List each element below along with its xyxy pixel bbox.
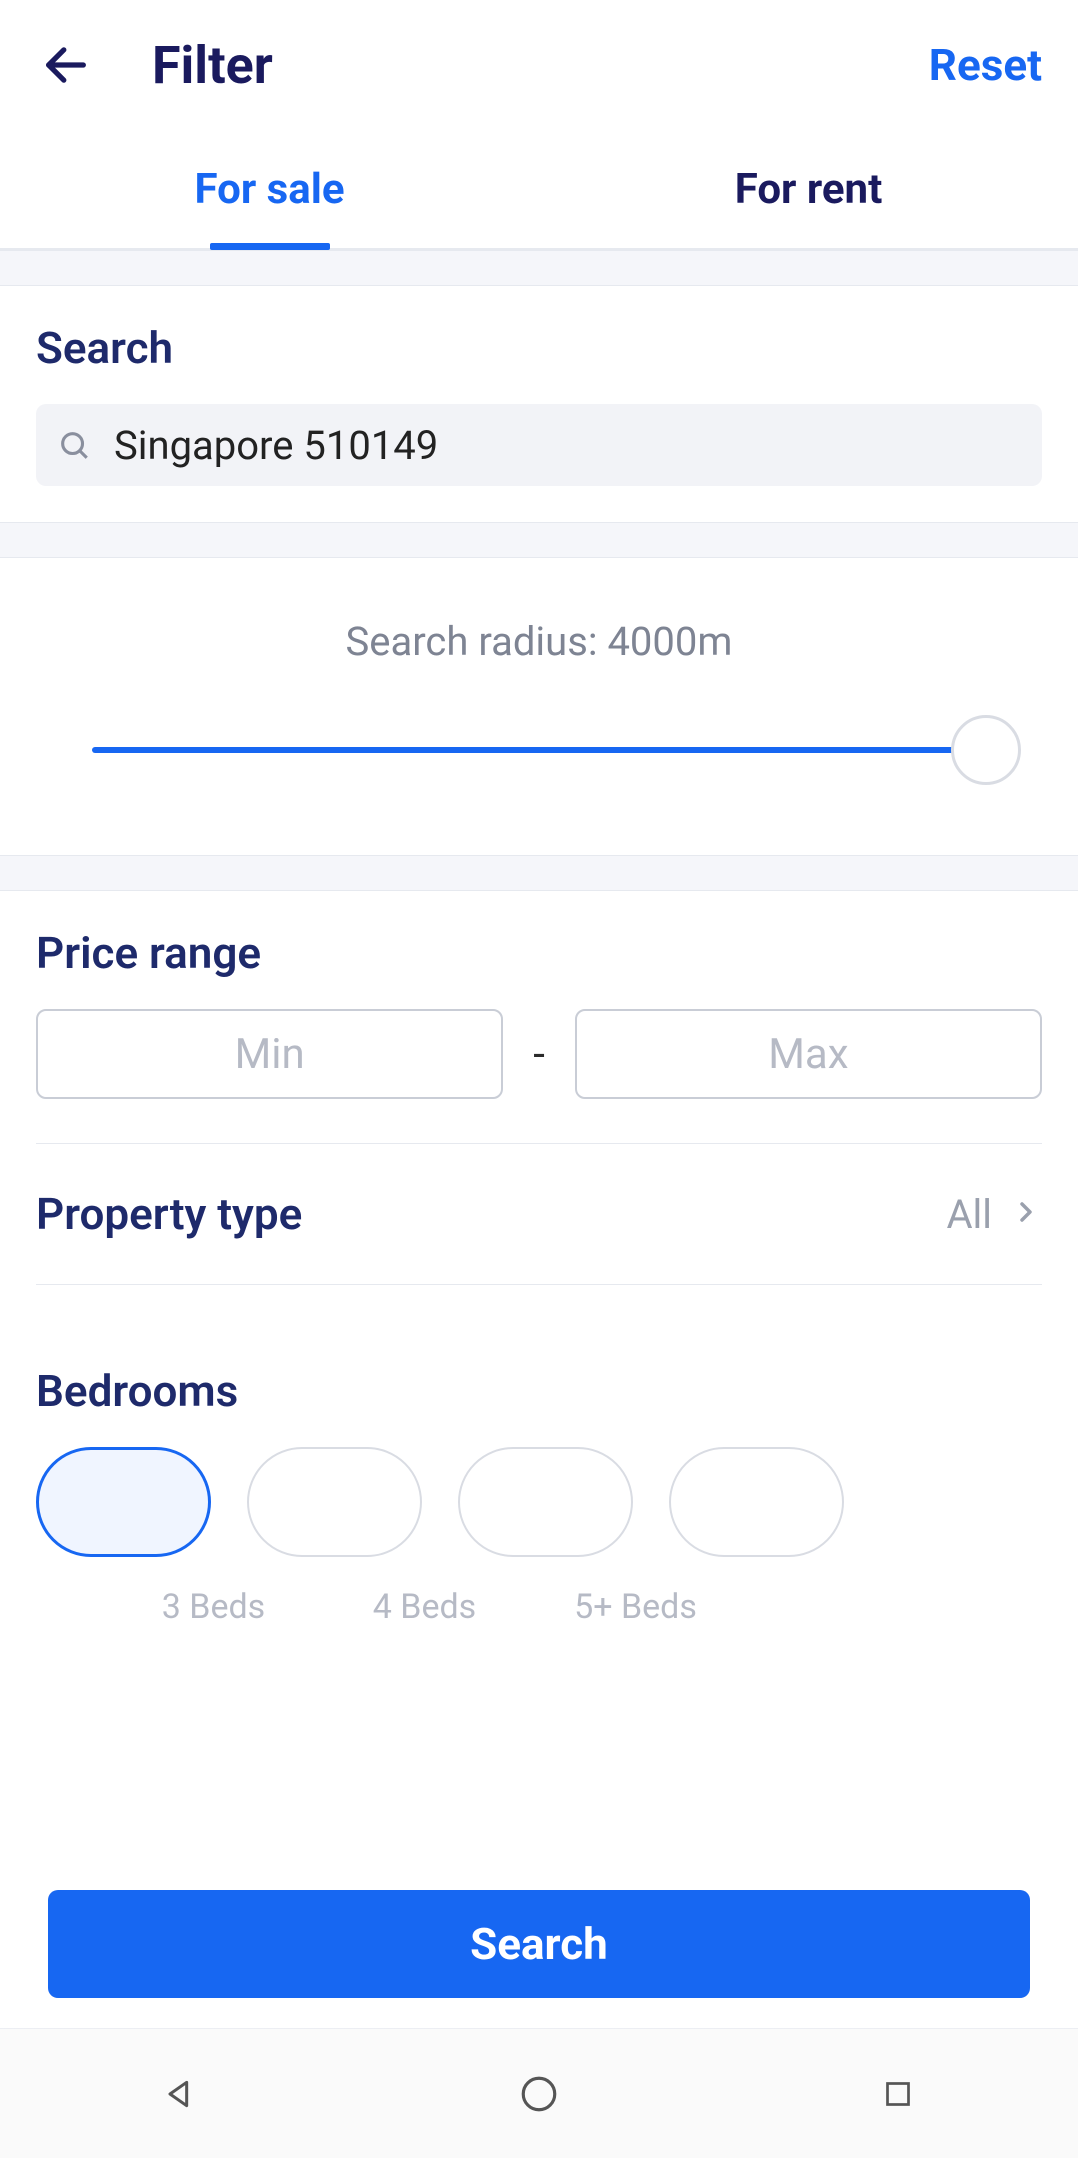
back-button[interactable] bbox=[36, 35, 96, 95]
radius-label: Search radius: 4000m bbox=[36, 618, 1042, 665]
square-recent-icon bbox=[880, 2076, 916, 2112]
arrow-left-icon bbox=[40, 39, 92, 91]
price-min-input[interactable]: Min bbox=[36, 1009, 503, 1099]
search-button[interactable]: Search bbox=[48, 1890, 1030, 1998]
search-icon bbox=[56, 427, 92, 463]
nav-home-button[interactable] bbox=[514, 2069, 564, 2119]
property-type-value: All bbox=[946, 1191, 992, 1238]
slider-track bbox=[92, 747, 986, 753]
property-type-row[interactable]: Property type All bbox=[36, 1188, 1042, 1240]
property-type-label: Property type bbox=[36, 1188, 302, 1240]
search-input[interactable]: Singapore 510149 bbox=[36, 404, 1042, 486]
reset-button[interactable]: Reset bbox=[929, 39, 1042, 91]
bedrooms-title: Bedrooms bbox=[36, 1365, 1042, 1417]
search-input-value: Singapore 510149 bbox=[114, 422, 438, 469]
slider-thumb[interactable] bbox=[951, 715, 1021, 785]
section-divider bbox=[0, 522, 1078, 558]
bedroom-label: 5+ Beds bbox=[548, 1587, 723, 1627]
search-section-title: Search bbox=[36, 322, 1042, 374]
bedroom-option[interactable] bbox=[669, 1447, 844, 1557]
page-title: Filter bbox=[152, 35, 273, 96]
bedroom-option-selected[interactable] bbox=[36, 1447, 211, 1557]
nav-back-button[interactable] bbox=[155, 2069, 205, 2119]
nav-recent-button[interactable] bbox=[873, 2069, 923, 2119]
tab-for-rent[interactable]: For rent bbox=[539, 130, 1078, 248]
section-divider bbox=[0, 855, 1078, 891]
radius-slider[interactable] bbox=[92, 715, 986, 785]
divider bbox=[36, 1284, 1042, 1285]
section-divider bbox=[0, 250, 1078, 286]
bedroom-label: 3 Beds bbox=[126, 1587, 301, 1627]
bedroom-option[interactable] bbox=[458, 1447, 633, 1557]
chevron-right-icon bbox=[1010, 1196, 1042, 1232]
tab-for-sale[interactable]: For sale bbox=[0, 130, 539, 248]
price-max-input[interactable]: Max bbox=[575, 1009, 1042, 1099]
price-range-title: Price range bbox=[36, 927, 1042, 979]
circle-home-icon bbox=[518, 2073, 560, 2115]
bedroom-label: 4 Beds bbox=[337, 1587, 512, 1627]
triangle-back-icon bbox=[160, 2074, 200, 2114]
bedroom-option[interactable] bbox=[247, 1447, 422, 1557]
price-dash: - bbox=[533, 1030, 545, 1079]
divider bbox=[36, 1143, 1042, 1144]
